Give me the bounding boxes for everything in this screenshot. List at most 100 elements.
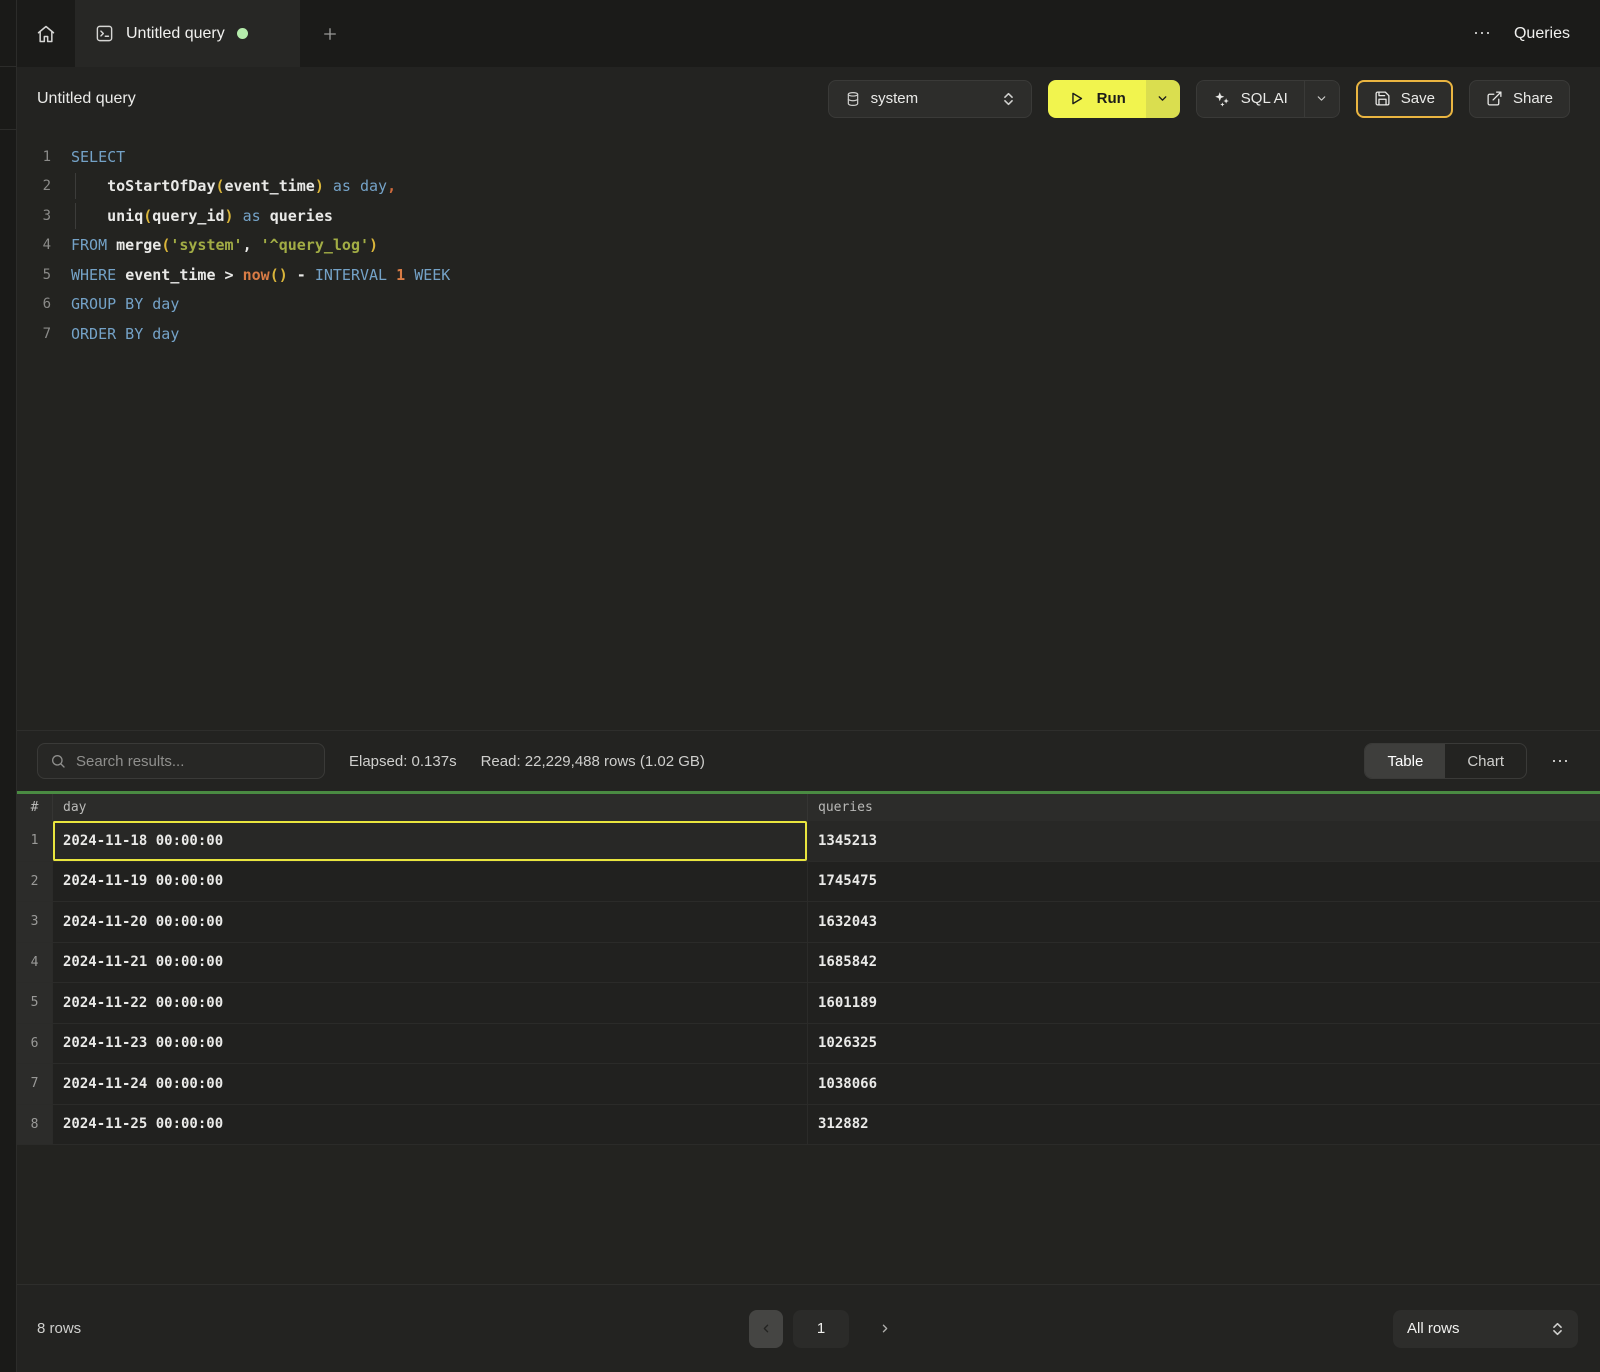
row-number-cell[interactable]: 3 [17,902,52,942]
sparkles-icon [1213,90,1231,108]
current-page-button[interactable]: 1 [793,1310,849,1348]
results-table-header: # day queries [17,794,1600,821]
line-number: 4 [17,237,51,253]
share-icon [1486,90,1503,107]
code-text: toStartOfDay(event_time) as day, [71,177,396,195]
day-cell[interactable]: 2024-11-18 00:00:00 [52,821,807,861]
code-line[interactable]: 7ORDER BY day [17,319,1600,349]
code-text: uniq(query_id) as queries [71,207,333,225]
run-button[interactable]: Run [1048,80,1146,118]
sql-ai-button[interactable]: SQL AI [1196,80,1304,118]
day-cell[interactable]: 2024-11-25 00:00:00 [52,1105,807,1145]
line-number: 3 [17,208,51,224]
sidebar-strip-mid [0,67,16,130]
queries-cell[interactable]: 1038066 [807,1064,1600,1104]
results-table-body: 12024-11-18 00:00:00134521322024-11-19 0… [17,821,1600,1145]
table-row: 62024-11-23 00:00:001026325 [17,1024,1600,1065]
table-row: 22024-11-19 00:00:001745475 [17,862,1600,903]
new-tab-button[interactable] [300,0,360,67]
home-button[interactable] [17,0,75,67]
next-page-button[interactable] [867,1310,901,1348]
row-count-label: 8 rows [37,1320,257,1337]
sql-console-window: Untitled query ⋯ Queries Untitled query … [0,0,1600,1372]
day-cell[interactable]: 2024-11-19 00:00:00 [52,862,807,902]
line-number: 7 [17,326,51,342]
row-number-cell[interactable]: 4 [17,943,52,983]
database-selector[interactable]: system [828,80,1032,118]
sql-ai-split-button: SQL AI [1196,80,1340,118]
sql-ai-options-button[interactable] [1304,80,1340,118]
chevron-right-icon [878,1322,891,1335]
line-number: 2 [17,178,51,194]
view-toggle-chart[interactable]: Chart [1445,744,1526,778]
code-text: GROUP BY day [71,295,179,313]
day-cell[interactable]: 2024-11-22 00:00:00 [52,983,807,1023]
table-row: 52024-11-22 00:00:001601189 [17,983,1600,1024]
results-empty-area [17,1145,1600,1284]
day-cell[interactable]: 2024-11-21 00:00:00 [52,943,807,983]
collapsed-sidebar-strip[interactable] [0,0,17,1372]
tab-more-icon[interactable]: ⋯ [1473,23,1492,44]
run-button-label: Run [1097,90,1126,107]
main-panel: Untitled query ⋯ Queries Untitled query … [17,0,1600,1372]
day-cell[interactable]: 2024-11-23 00:00:00 [52,1024,807,1064]
code-line[interactable]: 6 GROUP BY day [17,290,1600,320]
column-header-queries[interactable]: queries [807,794,1600,821]
table-row: 82024-11-25 00:00:00312882 [17,1105,1600,1146]
run-split-button: Run [1048,80,1180,118]
column-header-index[interactable]: # [17,794,52,821]
save-button-label: Save [1401,90,1435,107]
save-button[interactable]: Save [1356,80,1453,118]
queries-cell[interactable]: 1345213 [807,821,1600,861]
search-results-box[interactable] [37,743,325,779]
queries-cell[interactable]: 312882 [807,1105,1600,1145]
row-number-cell[interactable]: 8 [17,1105,52,1145]
code-text: FROM merge('system', '^query_log') [71,236,378,254]
queries-link[interactable]: Queries [1514,25,1570,43]
query-title: Untitled query [37,90,136,108]
queries-cell[interactable]: 1601189 [807,983,1600,1023]
tab-untitled-query[interactable]: Untitled query [75,0,300,67]
row-number-cell[interactable]: 2 [17,862,52,902]
line-number: 5 [17,267,51,283]
run-options-button[interactable] [1146,80,1180,118]
unsaved-changes-dot [237,28,248,39]
queries-cell[interactable]: 1745475 [807,862,1600,902]
queries-cell[interactable]: 1685842 [807,943,1600,983]
row-number-cell[interactable]: 1 [17,821,52,861]
line-number: 6 [17,296,51,312]
code-line[interactable]: 5WHERE event_time > now() - INTERVAL 1 W… [17,260,1600,290]
table-row: 32024-11-20 00:00:001632043 [17,902,1600,943]
row-number-cell[interactable]: 5 [17,983,52,1023]
database-selector-value: system [871,90,919,107]
code-lines: 1SELECT2 toStartOfDay(event_time) as day… [17,142,1600,349]
queries-cell[interactable]: 1632043 [807,902,1600,942]
database-icon [845,91,861,107]
column-header-day[interactable]: day [52,794,807,821]
code-line[interactable]: 4 FROM merge('system', '^query_log') [17,231,1600,261]
row-number-cell[interactable]: 7 [17,1064,52,1104]
updown-chevron-icon [1002,91,1015,107]
code-line[interactable]: 1SELECT [17,142,1600,172]
tab-label: Untitled query [126,25,225,43]
home-icon [36,24,56,44]
day-cell[interactable]: 2024-11-20 00:00:00 [52,902,807,942]
view-toggle-table[interactable]: Table [1365,744,1445,778]
share-button[interactable]: Share [1469,80,1570,118]
queries-cell[interactable]: 1026325 [807,1024,1600,1064]
sql-editor[interactable]: 1SELECT2 toStartOfDay(event_time) as day… [17,130,1600,730]
updown-chevron-icon [1551,1321,1564,1337]
read-stat: Read: 22,229,488 rows (1.02 GB) [481,753,705,770]
page-size-value: All rows [1407,1320,1460,1337]
previous-page-button[interactable] [749,1310,783,1348]
day-cell[interactable]: 2024-11-24 00:00:00 [52,1064,807,1104]
page-size-selector[interactable]: All rows [1393,1310,1578,1348]
table-row: 72024-11-24 00:00:001038066 [17,1064,1600,1105]
search-results-input[interactable] [76,753,312,770]
code-line[interactable]: 3 uniq(query_id) as queries [17,201,1600,231]
row-number-cell[interactable]: 6 [17,1024,52,1064]
query-toolbar: Untitled query system Run [17,67,1600,130]
code-line[interactable]: 2 toStartOfDay(event_time) as day, [17,172,1600,202]
results-more-icon[interactable]: ⋯ [1551,751,1570,772]
tab-bar: Untitled query ⋯ Queries [17,0,1600,67]
